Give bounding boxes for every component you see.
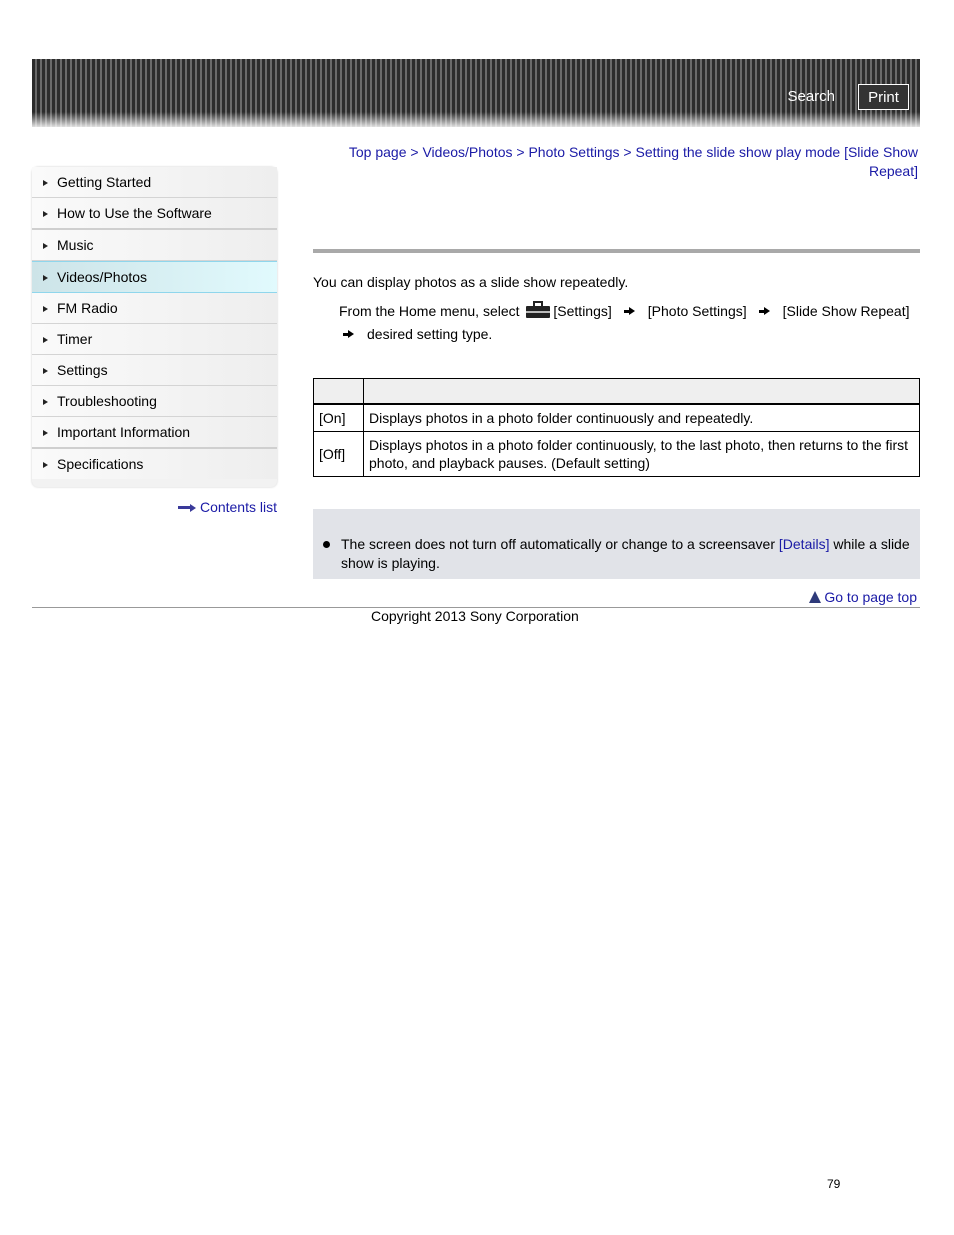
description-cell: Displays photos in a photo folder contin… — [363, 403, 920, 432]
breadcrumb-current-page[interactable]: Setting the slide show play mode [Slide … — [636, 144, 919, 179]
triangle-right-icon — [43, 211, 48, 217]
triangle-right-icon — [43, 275, 48, 281]
table-header-cell — [313, 378, 364, 405]
triangle-right-icon — [43, 368, 48, 374]
contents-list-label: Contents list — [199, 499, 277, 515]
description-cell: Displays photos in a photo folder contin… — [363, 431, 920, 477]
sidebar-item-label: Music — [57, 237, 94, 253]
copyright: Copyright 2013 Sony Corporation — [371, 608, 579, 624]
sidebar-item-label: FM Radio — [57, 300, 118, 316]
sidebar-item-specifications[interactable]: Specifications — [32, 449, 277, 479]
breadcrumb-separator: > — [406, 144, 423, 160]
sidebar-item-label: Timer — [57, 331, 93, 347]
step-last: desired setting type. — [367, 326, 493, 342]
sidebar-item-music[interactable]: Music — [32, 230, 277, 261]
arrow-right-icon — [177, 503, 196, 512]
sidebar-nav: Getting Started How to Use the Software … — [32, 167, 277, 487]
triangle-right-icon — [43, 180, 48, 186]
triangle-right-icon — [43, 243, 48, 249]
sidebar-item-label: Troubleshooting — [57, 393, 157, 409]
go-to-page-top-link[interactable]: Go to page top — [809, 589, 917, 605]
step-slide-show-repeat: [Slide Show Repeat] — [782, 303, 910, 319]
contents-list-link[interactable]: Contents list — [177, 499, 277, 515]
sidebar-item-important-information[interactable]: Important Information — [32, 417, 277, 449]
sidebar-item-settings[interactable]: Settings — [32, 355, 277, 386]
note-item: The screen does not turn off automatical… — [323, 535, 915, 573]
bullet-icon — [323, 541, 330, 548]
table-row: [Off] Displays photos in a photo folder … — [313, 431, 920, 477]
arrow-right-icon — [343, 329, 355, 339]
search-link[interactable]: Search — [787, 88, 835, 105]
arrow-right-icon — [623, 306, 636, 316]
sidebar-item-label: How to Use the Software — [57, 205, 212, 221]
sidebar-item-fm-radio[interactable]: FM Radio — [32, 293, 277, 324]
triangle-right-icon — [43, 306, 48, 312]
header-banner: Search Print — [32, 59, 920, 127]
triangle-right-icon — [43, 462, 48, 468]
note-box: The screen does not turn off automatical… — [313, 509, 920, 579]
page-number: 79 — [827, 1177, 841, 1191]
title-divider — [313, 249, 920, 253]
intro-text: You can display photos as a slide show r… — [313, 274, 629, 290]
details-link[interactable]: [Details] — [779, 536, 830, 552]
triangle-right-icon — [43, 430, 48, 436]
sidebar-item-label: Getting Started — [57, 174, 152, 190]
step-settings: [Settings] — [553, 303, 612, 319]
step-prefix: From the Home menu, select — [339, 303, 524, 319]
table-header-row — [313, 378, 920, 405]
setting-cell: [Off] — [313, 431, 364, 477]
breadcrumb: Top page > Videos/Photos > Photo Setting… — [330, 143, 918, 181]
note-text-before: The screen does not turn off automatical… — [341, 536, 779, 552]
breadcrumb-separator: > — [512, 144, 529, 160]
breadcrumb-top-page[interactable]: Top page — [349, 144, 407, 160]
sidebar-item-getting-started[interactable]: Getting Started — [32, 167, 277, 198]
sidebar-item-label: Specifications — [57, 456, 144, 472]
breadcrumb-separator: > — [619, 144, 636, 160]
sidebar-item-label: Videos/Photos — [57, 269, 148, 285]
instruction-step-continued: desired setting type. — [343, 326, 492, 342]
go-to-page-top-label: Go to page top — [824, 589, 917, 605]
toolbox-settings-icon — [526, 301, 551, 318]
sidebar-item-label: Settings — [57, 362, 108, 378]
triangle-right-icon — [43, 399, 48, 405]
setting-cell: [On] — [313, 403, 364, 432]
table-header-cell — [363, 378, 920, 405]
print-button[interactable]: Print — [858, 84, 909, 110]
settings-table: [On] Displays photos in a photo folder c… — [313, 378, 920, 477]
step-photo-settings: [Photo Settings] — [647, 303, 747, 319]
triangle-right-icon — [43, 337, 48, 343]
sidebar-item-label: Important Information — [57, 424, 191, 440]
breadcrumb-photo-settings[interactable]: Photo Settings — [528, 144, 619, 160]
triangle-up-icon — [809, 591, 822, 603]
note-text: The screen does not turn off automatical… — [341, 535, 915, 573]
breadcrumb-videos-photos[interactable]: Videos/Photos — [422, 144, 512, 160]
sidebar-item-videos-photos[interactable]: Videos/Photos — [32, 261, 277, 293]
arrow-right-icon — [758, 306, 771, 316]
sidebar-item-troubleshooting[interactable]: Troubleshooting — [32, 386, 277, 417]
sidebar-item-timer[interactable]: Timer — [32, 324, 277, 355]
sidebar-item-how-to-use-software[interactable]: How to Use the Software — [32, 198, 277, 230]
table-row: [On] Displays photos in a photo folder c… — [313, 403, 920, 432]
instruction-step: From the Home menu, select [Settings] [P… — [339, 301, 909, 321]
